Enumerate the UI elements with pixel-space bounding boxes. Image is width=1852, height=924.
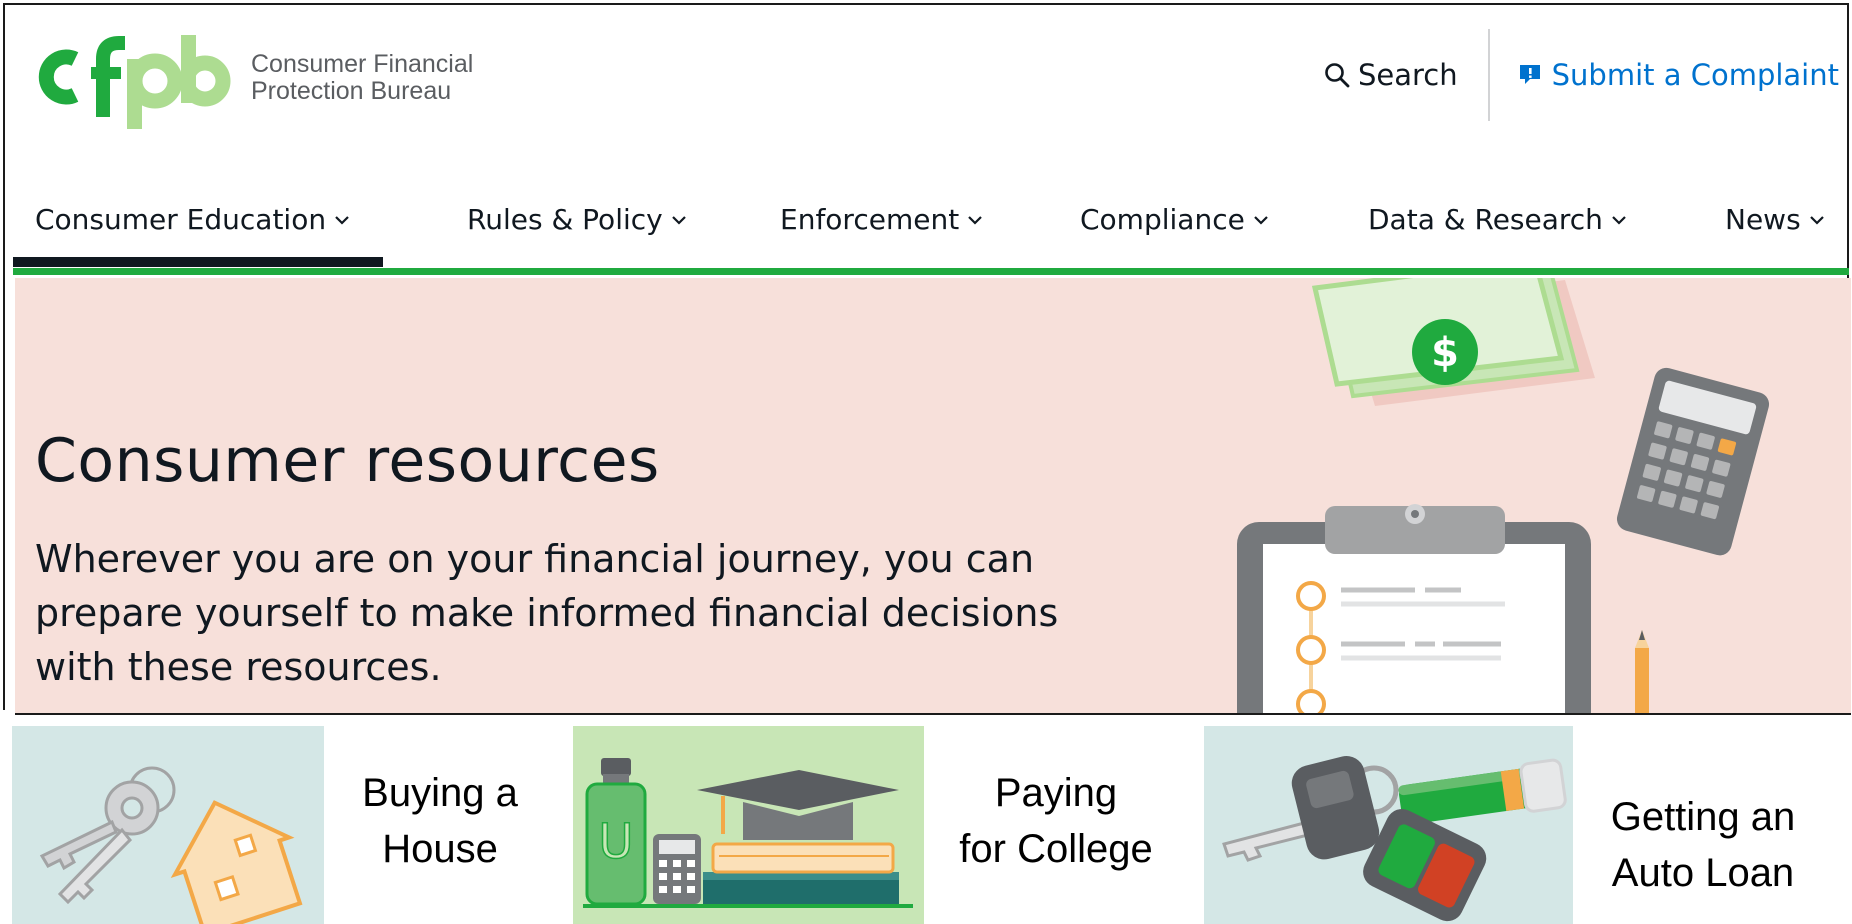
- topic-cards: Buying a House U Paying for College Gett…: [0, 712, 1852, 924]
- card-label-line2: for College: [959, 827, 1153, 871]
- hero-description: Wherever you are on your financial journ…: [35, 537, 1059, 689]
- page-title: Consumer resources: [35, 426, 660, 496]
- clipboard-icon: [1237, 504, 1591, 713]
- svg-text:U: U: [598, 814, 633, 870]
- pencil-icon: [1635, 630, 1649, 713]
- car-keys-icon: [1222, 755, 1567, 922]
- nav-green-rule: [13, 268, 1849, 275]
- calculator-icon: [1616, 367, 1770, 556]
- complaint-icon: [1519, 65, 1540, 84]
- nav-label: Rules & Policy: [467, 203, 663, 236]
- graduation-cap-icon: U: [583, 758, 913, 908]
- header-actions: Search Submit a Complaint: [1324, 29, 1839, 121]
- card-label-line2: House: [382, 827, 498, 871]
- card-label-line1: Buying a: [362, 771, 518, 815]
- nav-label: Compliance: [1080, 203, 1245, 236]
- nav-label: News: [1725, 203, 1801, 236]
- cfpb-logo-icon: [38, 35, 231, 129]
- header-divider: [1487, 29, 1490, 121]
- nav-enforcement[interactable]: Enforcement: [780, 203, 983, 236]
- nav-label: Consumer Education: [35, 203, 327, 236]
- auto-loan-image[interactable]: [1204, 726, 1573, 924]
- hero-illustration: $: [1237, 278, 1770, 713]
- logo-text-line1: Consumer Financial: [251, 50, 474, 78]
- paying-college-link[interactable]: Paying for College: [940, 765, 1172, 877]
- chevron-down-icon: [335, 215, 349, 225]
- nav-data-research[interactable]: Data & Research: [1368, 203, 1627, 236]
- nav-label: Data & Research: [1368, 203, 1603, 236]
- hero-banner: Consumer resources Wherever you are on y…: [15, 278, 1851, 715]
- dollar-sign: $: [1431, 330, 1459, 376]
- chevron-down-icon: [1612, 215, 1626, 225]
- logo-wordmark: Consumer Financial Protection Bureau: [251, 51, 473, 105]
- nav-active-indicator: [13, 257, 383, 267]
- chevron-down-icon: [968, 215, 982, 225]
- card-label-line2: Auto Loan: [1611, 851, 1795, 895]
- paying-college-image[interactable]: U: [573, 726, 924, 924]
- card-label-line1: Getting an: [1610, 795, 1796, 839]
- buying-house-image[interactable]: [12, 726, 324, 924]
- search-button[interactable]: Search: [1324, 58, 1458, 92]
- card-label-line1: Paying: [994, 771, 1118, 815]
- logo-text-line2: Protection Bureau: [251, 77, 452, 105]
- chevron-down-icon: [671, 215, 686, 225]
- search-label: Search: [1357, 58, 1458, 92]
- chevron-down-icon: [1809, 215, 1824, 225]
- chevron-down-icon: [1254, 215, 1268, 225]
- nav-rules-policy[interactable]: Rules & Policy: [467, 203, 687, 236]
- nav-compliance[interactable]: Compliance: [1080, 203, 1269, 236]
- nav-consumer-education[interactable]: Consumer Education: [35, 203, 350, 236]
- nav-label: Enforcement: [780, 203, 960, 236]
- nav-news[interactable]: News: [1725, 203, 1825, 236]
- cfpb-logo[interactable]: Consumer Financial Protection Bureau: [35, 29, 473, 129]
- complaint-label: Submit a Complaint: [1551, 58, 1839, 92]
- submit-complaint-link[interactable]: Submit a Complaint: [1518, 58, 1839, 92]
- buying-house-link[interactable]: Buying a House: [340, 765, 540, 877]
- browser-viewport: Consumer Financial Protection Bureau Sea…: [3, 3, 1851, 715]
- house-keys-icon: [39, 766, 303, 924]
- search-icon: [1325, 63, 1350, 88]
- main-nav: Consumer Education Rules & Policy Enforc…: [5, 165, 1851, 275]
- money-icon: $: [1311, 278, 1595, 406]
- auto-loan-link[interactable]: Getting an Auto Loan: [1588, 789, 1818, 901]
